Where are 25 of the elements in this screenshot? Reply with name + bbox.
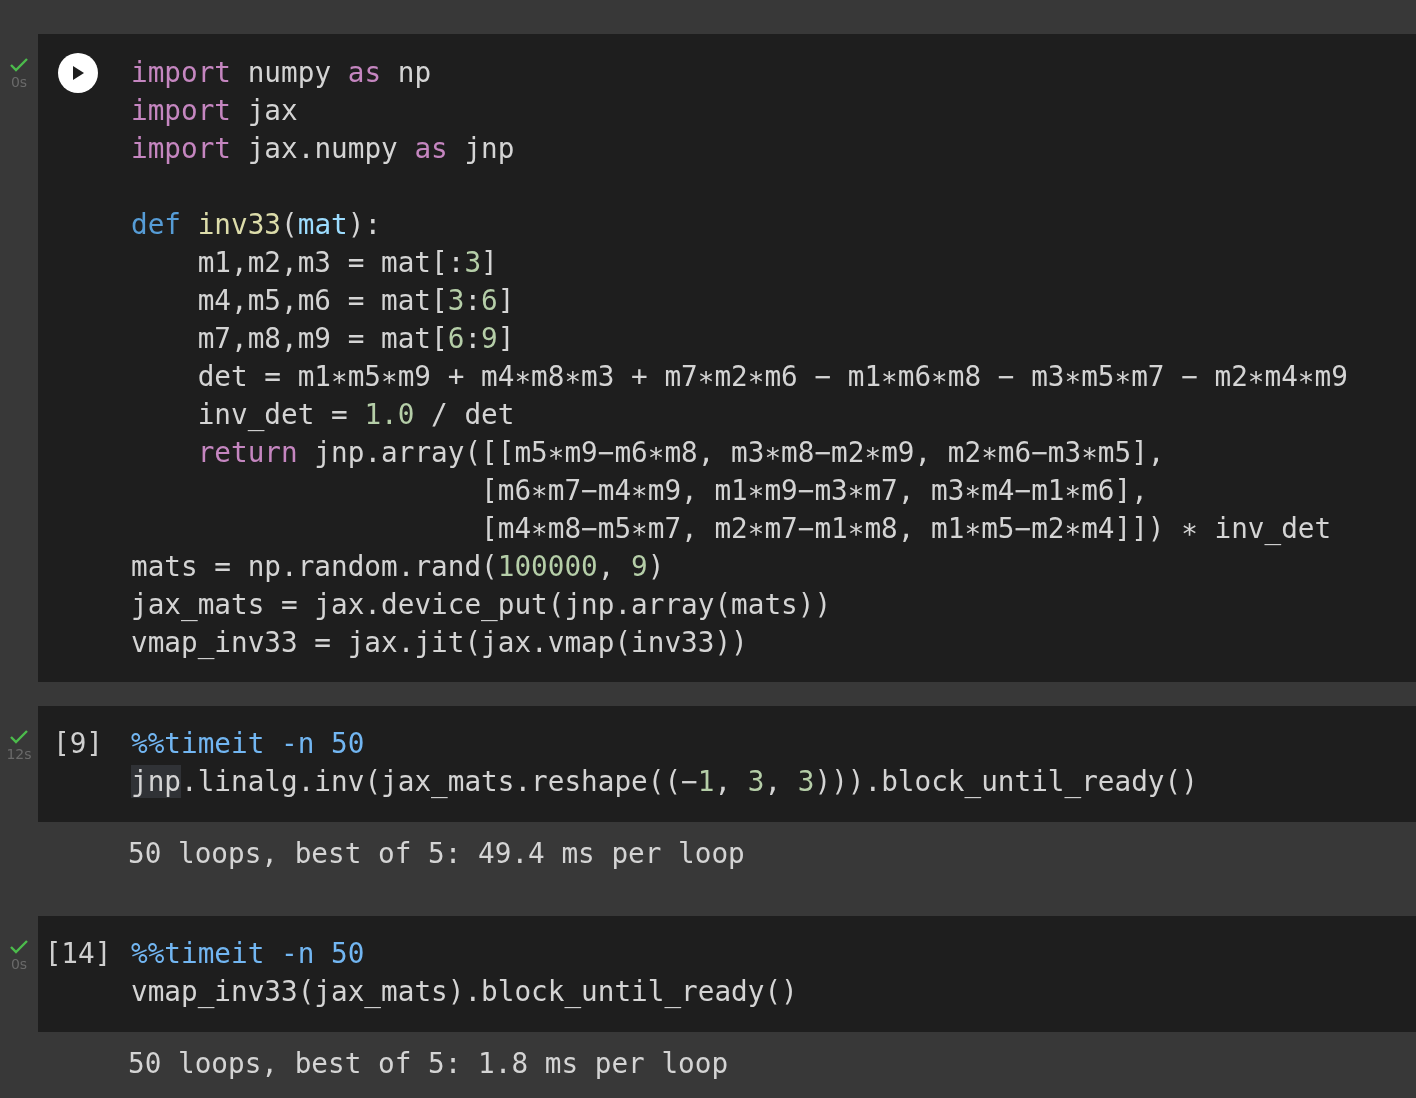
code-line: vmap_inv33(jax_mats).block_until_ready() (131, 974, 798, 1010)
code-line: inv_det = 1.0 / det (196, 397, 516, 433)
code-line: m1,m2,m3 = mat[:3] (196, 245, 499, 281)
run-button[interactable] (58, 53, 98, 93)
code-line: %%timeit -n 50 (131, 936, 366, 972)
code-line: [m6∗m7−m4∗m9, m1∗m9−m3∗m7, m3∗m4−m1∗m6], (480, 473, 1149, 509)
code-line: %%timeit -n 50 (131, 726, 366, 762)
code-line: import jax (131, 93, 299, 129)
output-text: 50 loops, best of 5: 1.8 ms per loop (128, 1047, 729, 1080)
execution-count: [9] (53, 726, 103, 762)
code-line: import numpy as np (131, 55, 433, 91)
code-line: jnp.linalg.inv(jax_mats.reshape((−1, 3, 3))).block_until_ready() (131, 764, 1198, 800)
code-line: jax_mats = jax.device_put(jnp.array(mats)) (131, 587, 833, 623)
code-line: [m4∗m8−m5∗m7, m2∗m7−m1∗m8, m1∗m5−m2∗m4]]) ∗ inv_det (480, 511, 1333, 547)
play-icon (71, 65, 85, 81)
code-line: mats = np.random.rand(100000, 9) (131, 549, 666, 585)
code-line: m7,m8,m9 = mat[6:9] (196, 321, 516, 357)
code-line: def inv33(mat): (131, 207, 383, 243)
code-line: import jax.numpy as jnp (131, 131, 516, 167)
execution-count: [14] (44, 936, 112, 972)
code-line: return jnp.array([[m5∗m9−m6∗m8, m3∗m8−m2∗m9, m2∗m6−m3∗m5], (196, 435, 1166, 471)
code-line: vmap_inv33 = jax.jit(jax.vmap(inv33)) (131, 625, 749, 661)
code-line: m4,m5,m6 = mat[3:6] (196, 283, 516, 319)
output-text: 50 loops, best of 5: 49.4 ms per loop (128, 837, 745, 870)
code-line: det = m1∗m5∗m9 + m4∗m8∗m3 + m7∗m2∗m6 − m1∗m6∗m8 − m3∗m5∗m7 − m2∗m4∗m9 (196, 359, 1348, 395)
